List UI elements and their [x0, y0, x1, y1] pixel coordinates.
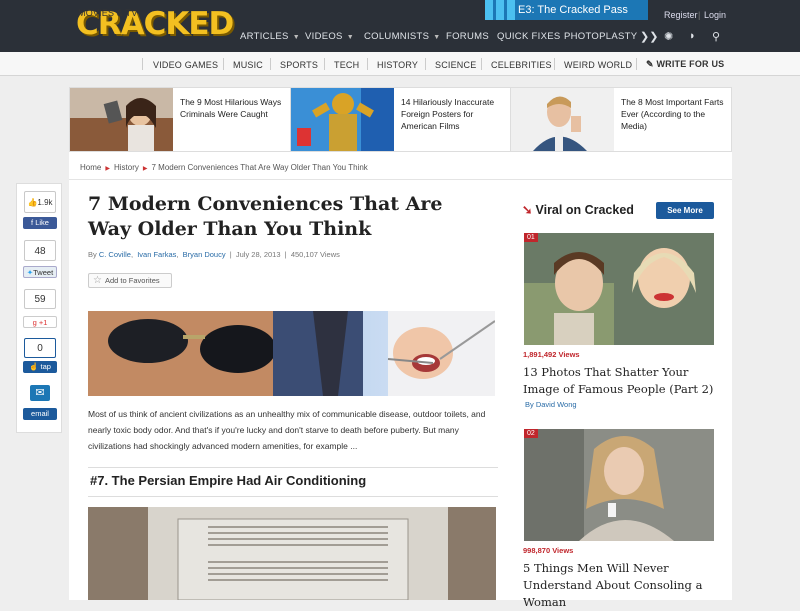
email-button[interactable]: email — [23, 408, 57, 420]
promo-title: 14 Hilariously Inaccurate Foreign Poster… — [401, 97, 495, 131]
sidebar-heading: ➘ Viral on Cracked — [522, 203, 634, 217]
facebook-like-button[interactable]: f Like — [23, 217, 57, 229]
arrow-icon: ➘ — [522, 203, 533, 217]
chevron-down-icon: ▼ — [433, 34, 441, 41]
nav-forums[interactable]: FORUMS — [446, 31, 489, 42]
settings-icon[interactable]: ✺ — [664, 30, 673, 43]
article-date: July 28, 2013 — [235, 250, 281, 259]
viral-thumbnail[interactable]: 01 — [524, 233, 714, 345]
subnav-divider — [142, 58, 143, 70]
pixel-logo-icon — [485, 0, 515, 20]
envelope-icon: ✉ — [30, 385, 50, 401]
breadcrumb-arrow-icon: ▶ — [142, 166, 148, 172]
nav-columnists[interactable]: COLUMNISTS ▼ — [364, 31, 441, 42]
article-views: 450,107 Views — [290, 250, 340, 259]
double-chevron-icon[interactable]: ❯❯ — [640, 30, 658, 43]
tap-button[interactable]: ☝ tap — [23, 361, 57, 373]
login-link[interactable]: Login — [704, 10, 726, 20]
thumbs-up-icon: 👍 — [27, 198, 38, 207]
subnav-divider — [367, 58, 368, 70]
divider — [88, 496, 498, 497]
subnav-history[interactable]: HISTORY — [377, 60, 418, 70]
author-link[interactable]: C. Coville — [99, 250, 131, 259]
viral-author-link[interactable]: By David Wong — [525, 400, 577, 409]
chevron-down-icon: ▼ — [292, 34, 300, 41]
subnav-divider — [481, 58, 482, 70]
rss-icon[interactable]: ◗ — [689, 30, 696, 42]
subnav-movies-tv[interactable]: MOVIES & TV — [78, 8, 138, 18]
article-byline: By C. Coville, Ivan Farkas, Bryan Doucy … — [88, 250, 340, 259]
subnav-divider — [324, 58, 325, 70]
promo-thumbnail — [511, 88, 614, 151]
breadcrumb-history[interactable]: History — [114, 163, 139, 172]
by-label: By — [88, 250, 99, 259]
subnav-divider — [636, 58, 637, 70]
pencil-icon: ✎ — [646, 59, 657, 69]
viral-title-link[interactable]: 5 Things Men Will Never Understand About… — [523, 560, 718, 611]
nav-articles[interactable]: ARTICLES ▼ — [240, 31, 300, 42]
subnav-divider — [554, 58, 555, 70]
tweet-count: 48 — [24, 240, 56, 261]
author-link[interactable]: Bryan Doucy — [183, 250, 226, 259]
subnav-video-games[interactable]: VIDEO GAMES — [153, 60, 218, 70]
article-hero-image — [88, 311, 495, 396]
viral-views: 1,891,492 Views — [523, 350, 580, 359]
nav-videos[interactable]: VIDEOS ▼ — [305, 31, 354, 42]
breadcrumb-current: 7 Modern Conveniences That Are Way Older… — [151, 163, 368, 172]
add-to-favorites-button[interactable]: ☆ Add to Favorites — [88, 273, 172, 288]
author-link[interactable]: Ivan Farkas — [137, 250, 176, 259]
article-intro: Most of us think of ancient civilization… — [88, 409, 486, 451]
breadcrumb-home[interactable]: Home — [80, 163, 101, 172]
tap-icon: ☝ — [29, 362, 41, 371]
section-heading: #7. The Persian Empire Had Air Condition… — [90, 473, 367, 488]
divider — [88, 467, 498, 468]
subnav-divider — [270, 58, 271, 70]
subnav-tech[interactable]: TECH — [334, 60, 359, 70]
rank-badge: 01 — [524, 233, 538, 242]
promo-thumbnail — [70, 88, 173, 151]
breadcrumb: Home ▶ History ▶ 7 Modern Conveniences That … — [80, 163, 368, 172]
viral-title-link[interactable]: 13 Photos That Shatter Your Image of Fam… — [523, 364, 718, 398]
promo-thumbnail — [291, 88, 394, 151]
promo-card[interactable]: The 8 Most Important Farts Ever (Accordi… — [510, 87, 732, 152]
nav-quick-fixes[interactable]: QUICK FIXES — [497, 31, 560, 42]
viral-thumbnail[interactable]: 02 — [524, 429, 714, 541]
subnav-divider — [425, 58, 426, 70]
subnav-celebrities[interactable]: CELEBRITIES — [491, 60, 552, 70]
viral-views: 998,870 Views — [523, 546, 574, 555]
google-plus-count: 59 — [24, 289, 56, 309]
rank-badge: 02 — [524, 429, 538, 438]
write-for-us-link[interactable]: ✎ WRITE FOR US — [646, 59, 724, 70]
see-more-button[interactable]: See More — [656, 202, 714, 219]
register-link[interactable]: Register — [664, 10, 698, 20]
article-title: 7 Modern Conveniences That Are Way Older… — [88, 193, 443, 240]
share-rail: 👍1.9k f Like 48 ✦Tweet 59 g +1 0 ☝ tap ✉… — [16, 183, 62, 433]
promo-title: The 8 Most Important Farts Ever (Accordi… — [621, 97, 724, 131]
subnav-divider — [223, 58, 224, 70]
promo-card[interactable]: 14 Hilariously Inaccurate Foreign Poster… — [290, 87, 511, 152]
breadcrumb-arrow-icon: ▶ — [105, 166, 110, 172]
subnav-music[interactable]: MUSIC — [233, 60, 263, 70]
tweet-button[interactable]: ✦Tweet — [23, 266, 57, 278]
subnav-weird-world[interactable]: WEIRD WORLD — [564, 60, 632, 70]
promo-card[interactable]: The 9 Most Hilarious Ways Criminals Were… — [69, 87, 291, 152]
subnav-science[interactable]: SCIENCE — [435, 60, 476, 70]
nav-photoplasty[interactable]: PHOTOPLASTY — [564, 31, 637, 42]
divider — [69, 179, 732, 180]
promo-title: The 9 Most Hilarious Ways Criminals Were… — [180, 97, 282, 119]
subnav-sports[interactable]: SPORTS — [280, 60, 318, 70]
promo-bar-label: E3: The Cracked Pass — [518, 4, 628, 16]
promo-bar-link[interactable]: E3: The Cracked Pass — [485, 0, 648, 20]
login-separator: | — [698, 10, 701, 20]
facebook-count: 👍1.9k — [24, 191, 56, 213]
section-image — [88, 507, 496, 600]
chevron-down-icon: ▼ — [346, 34, 354, 41]
star-icon: ☆ — [93, 275, 102, 286]
tap-count: 0 — [24, 338, 56, 358]
search-icon[interactable]: ⚲ — [712, 30, 720, 43]
google-plus-button[interactable]: g +1 — [23, 316, 57, 328]
